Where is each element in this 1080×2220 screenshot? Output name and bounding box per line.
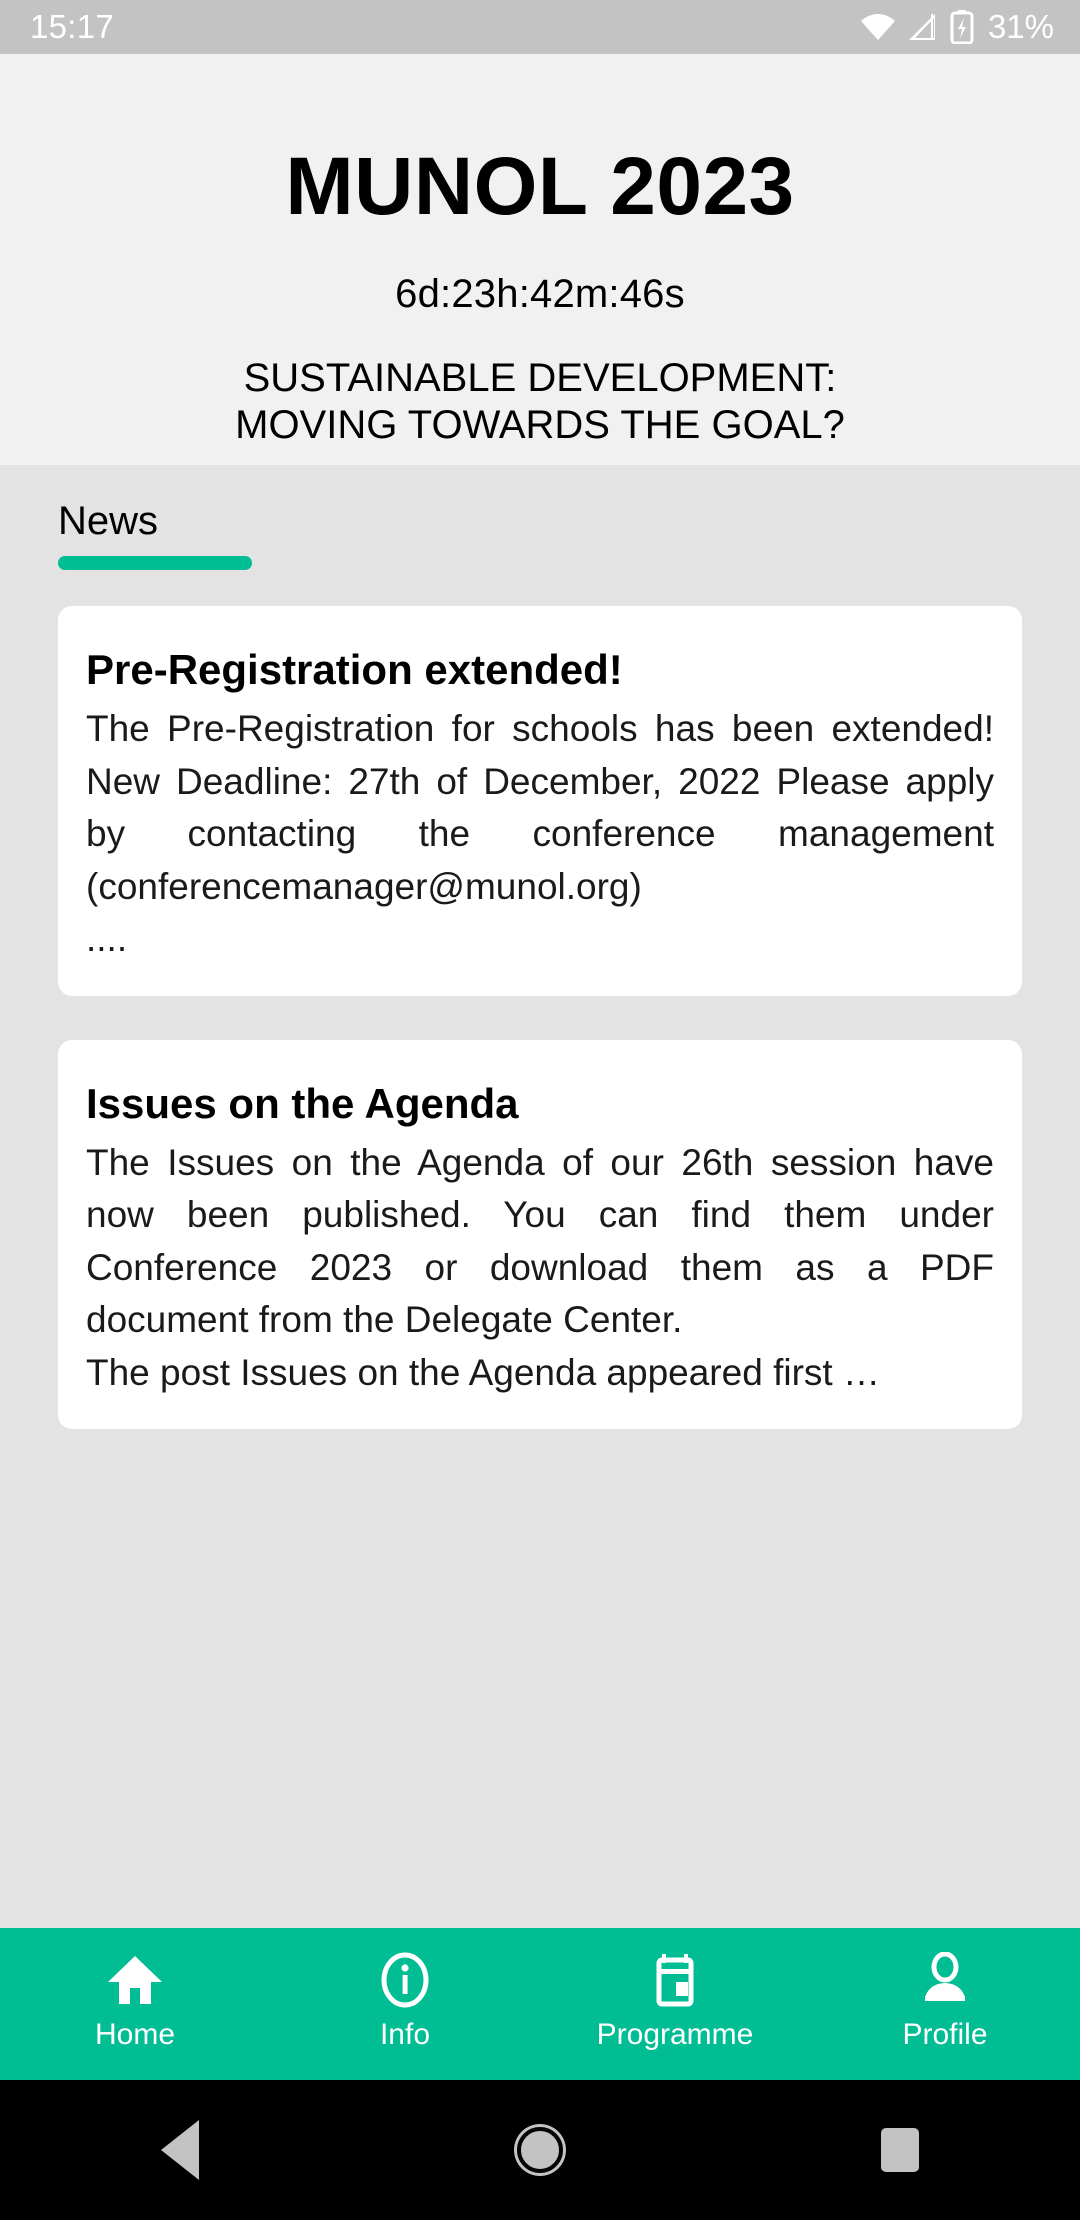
news-card[interactable]: Issues on the Agenda The Issues on the A… [58, 1039, 1022, 1430]
system-back-button[interactable] [2, 2120, 358, 2180]
news-card-title: Pre-Registration extended! [86, 646, 623, 693]
nav-item-info[interactable]: Info [270, 1952, 540, 2050]
nav-item-home-label: Home [94, 2018, 176, 2051]
battery-charging-icon [950, 10, 974, 44]
battery-percent: 31% [987, 8, 1054, 45]
recents-icon [880, 2128, 919, 2172]
calendar-icon [646, 1952, 704, 2008]
nav-item-info-label: Info [379, 2018, 431, 2051]
theme-line-1: SUSTAINABLE DEVELOPMENT: [243, 356, 837, 400]
tab-active-indicator [58, 556, 252, 570]
news-card-title: Issues on the Agenda [86, 1079, 519, 1127]
news-section: News Pre-Registration extended! The Pre-… [0, 465, 1080, 1928]
nav-item-profile[interactable]: Profile [810, 1952, 1080, 2050]
news-card-list: Pre-Registration extended! The Pre-Regis… [0, 570, 1080, 1430]
news-card-body-tail: The post Issues on the Agenda appeared f… [86, 1351, 880, 1393]
status-time: 15:17 [30, 8, 115, 45]
cellular-signal-icon [907, 12, 939, 42]
wifi-icon [860, 12, 896, 42]
tab-bar: News [0, 465, 1080, 570]
news-card-body-text: The Issues on the Agenda of our 26th ses… [86, 1141, 994, 1341]
status-bar: 15:17 31% [0, 0, 1080, 54]
tab-news-label: News [58, 499, 159, 543]
system-recents-button[interactable] [722, 2128, 1078, 2172]
hero-header: MUNOL 2023 6d:23h:42m:46s SUSTAINABLE DE… [0, 54, 1080, 465]
theme-line-2: MOVING TOWARDS THE GOAL? [235, 403, 845, 448]
back-icon [160, 2120, 199, 2180]
status-icons: 31% [860, 8, 1054, 46]
conference-theme: SUSTAINABLE DEVELOPMENT: MOVING TOWARDS … [235, 355, 845, 449]
nav-item-home[interactable]: Home [0, 1952, 270, 2050]
bottom-navigation: Home Info Programme Profile [0, 1928, 1080, 2080]
page-title: MUNOL 2023 [285, 141, 795, 232]
news-card-body: The Issues on the Agenda of our 26th ses… [86, 1137, 994, 1400]
nav-item-programme[interactable]: Programme [540, 1952, 810, 2050]
news-card-body: The Pre-Registration for schools has bee… [86, 703, 994, 966]
system-home-button[interactable] [362, 2127, 718, 2173]
news-card-body-text: The Pre-Registration for schools has bee… [86, 708, 994, 907]
person-icon [916, 1952, 974, 2008]
news-card[interactable]: Pre-Registration extended! The Pre-Regis… [58, 606, 1022, 996]
home-icon [106, 1952, 164, 2008]
app-screen: 15:17 31% MUNOL 2023 6d:23h:42m:46s SUST… [0, 0, 1080, 2220]
info-circle-icon [376, 1952, 434, 2008]
news-card-body-tail: .... [86, 918, 128, 960]
system-navigation-bar [0, 2080, 1080, 2220]
tab-news[interactable]: News [58, 499, 252, 570]
nav-item-profile-label: Profile [902, 2018, 988, 2051]
nav-item-programme-label: Programme [596, 2018, 754, 2051]
countdown-timer: 6d:23h:42m:46s [395, 272, 685, 316]
home-circle-icon [516, 2127, 563, 2173]
